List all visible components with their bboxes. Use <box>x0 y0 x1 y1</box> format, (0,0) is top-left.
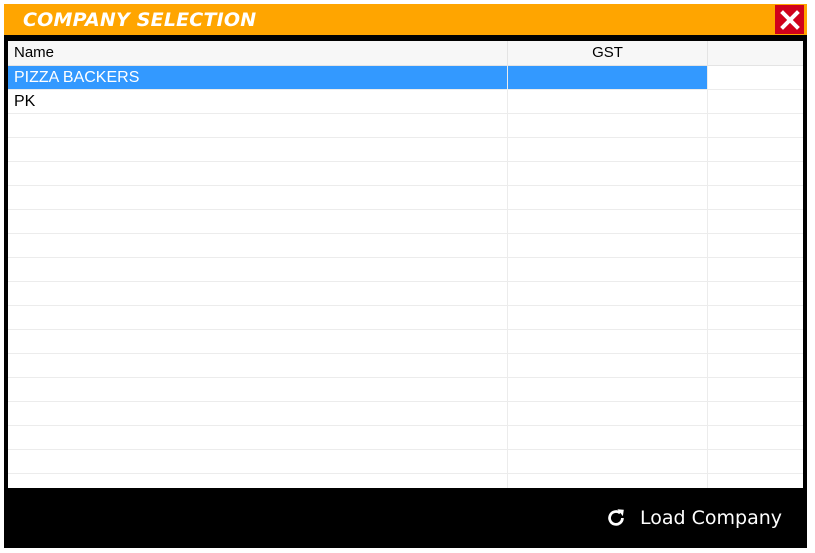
empty-table-row <box>8 426 803 450</box>
title-bar: COMPANY SELECTION <box>4 4 807 35</box>
empty-cell <box>708 114 803 137</box>
empty-cell <box>508 426 708 449</box>
empty-cell <box>708 138 803 161</box>
empty-cell <box>708 234 803 257</box>
column-header-gst[interactable]: GST <box>508 41 708 65</box>
empty-table-row <box>8 378 803 402</box>
empty-table-row <box>8 402 803 426</box>
empty-cell <box>508 378 708 401</box>
empty-cell <box>8 282 508 305</box>
empty-cell <box>508 330 708 353</box>
empty-cell <box>508 402 708 425</box>
column-header-filler <box>708 41 803 65</box>
table-row[interactable]: PK <box>8 90 803 114</box>
empty-cell <box>508 162 708 185</box>
empty-cell <box>8 138 508 161</box>
empty-table-row <box>8 474 803 488</box>
empty-table-row <box>8 282 803 306</box>
refresh-icon <box>604 506 628 530</box>
footer-bar: Load Company <box>4 488 807 548</box>
empty-cell <box>708 450 803 473</box>
empty-cell <box>8 258 508 281</box>
empty-cell <box>708 474 803 488</box>
empty-cell <box>8 306 508 329</box>
empty-table-row <box>8 258 803 282</box>
empty-cell <box>8 234 508 257</box>
load-company-button[interactable]: Load Company <box>604 504 782 532</box>
cell-filler <box>708 66 803 89</box>
empty-cell <box>508 282 708 305</box>
empty-table-row <box>8 306 803 330</box>
empty-cell <box>508 210 708 233</box>
empty-cell <box>8 354 508 377</box>
empty-cell <box>8 330 508 353</box>
table-row[interactable]: PIZZA BACKERS <box>8 66 803 90</box>
empty-cell <box>8 450 508 473</box>
empty-cell <box>8 378 508 401</box>
empty-cell <box>708 426 803 449</box>
empty-cell <box>508 138 708 161</box>
empty-cell <box>508 258 708 281</box>
window-title: COMPANY SELECTION <box>23 9 257 31</box>
company-selection-window: COMPANY SELECTION Name GST PIZZA BACKERS… <box>4 4 807 548</box>
empty-cell <box>708 354 803 377</box>
empty-cell <box>708 162 803 185</box>
cell-gst <box>508 66 708 89</box>
empty-cell <box>8 402 508 425</box>
empty-rows <box>8 114 803 488</box>
cell-filler <box>708 90 803 113</box>
load-company-label: Load Company <box>640 507 783 529</box>
close-button[interactable] <box>775 5 804 34</box>
empty-cell <box>708 402 803 425</box>
empty-cell <box>708 378 803 401</box>
cell-name: PIZZA BACKERS <box>8 66 508 89</box>
grid-rows: PIZZA BACKERS PK <box>8 66 803 488</box>
empty-cell <box>508 114 708 137</box>
empty-cell <box>8 114 508 137</box>
empty-cell <box>8 474 508 488</box>
empty-cell <box>508 474 708 488</box>
empty-table-row <box>8 450 803 474</box>
empty-cell <box>508 450 708 473</box>
empty-cell <box>708 306 803 329</box>
empty-cell <box>8 162 508 185</box>
grid-header: Name GST <box>8 41 803 66</box>
empty-cell <box>8 210 508 233</box>
empty-table-row <box>8 234 803 258</box>
empty-table-row <box>8 354 803 378</box>
empty-cell <box>508 306 708 329</box>
empty-table-row <box>8 330 803 354</box>
empty-table-row <box>8 186 803 210</box>
cell-gst <box>508 90 708 113</box>
empty-table-row <box>8 162 803 186</box>
empty-cell <box>708 282 803 305</box>
company-grid[interactable]: Name GST PIZZA BACKERS PK <box>8 41 803 488</box>
empty-table-row <box>8 114 803 138</box>
empty-table-row <box>8 210 803 234</box>
cell-name: PK <box>8 90 508 113</box>
empty-table-row <box>8 138 803 162</box>
empty-cell <box>708 186 803 209</box>
empty-cell <box>708 330 803 353</box>
empty-cell <box>8 426 508 449</box>
close-icon <box>779 9 800 30</box>
empty-cell <box>508 186 708 209</box>
column-header-name[interactable]: Name <box>8 41 508 65</box>
empty-cell <box>8 186 508 209</box>
empty-cell <box>708 210 803 233</box>
empty-cell <box>508 234 708 257</box>
empty-cell <box>708 258 803 281</box>
empty-cell <box>508 354 708 377</box>
